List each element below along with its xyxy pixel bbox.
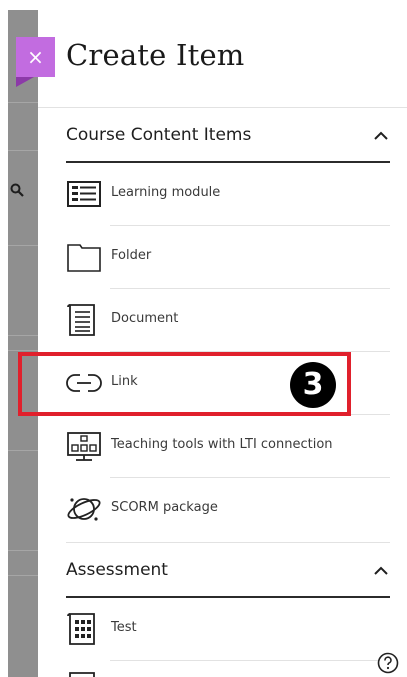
document-icon (67, 304, 95, 336)
background-divider (8, 575, 38, 576)
chevron-up-icon (374, 566, 388, 575)
list-item-learning-module[interactable]: Learning module (66, 163, 390, 226)
background-divider (8, 350, 38, 351)
item-label: Teaching tools with LTI connection (111, 437, 333, 452)
section-header-assessment[interactable]: Assessment (66, 560, 390, 590)
item-label: Folder (111, 248, 152, 263)
list-item-document[interactable]: Document (66, 289, 390, 352)
background-divider (8, 150, 38, 151)
title-divider (38, 107, 407, 108)
lti-tools-icon (67, 432, 101, 461)
chevron-up-icon (374, 131, 388, 140)
scorm-package-icon (67, 498, 101, 521)
section-header-course-content[interactable]: Course Content Items (66, 125, 390, 155)
item-label: Test (111, 620, 137, 635)
test-icon (67, 613, 95, 645)
section-label: Course Content Items (66, 125, 252, 145)
section-label: Assessment (66, 560, 168, 580)
list-item-test[interactable]: Test (66, 598, 390, 661)
create-item-panel: Create Item Course Content Items Learnin… (38, 0, 407, 677)
left-edge (0, 0, 8, 677)
close-icon: × (27, 45, 44, 69)
list-item-lti-tools[interactable]: Teaching tools with LTI connection (66, 415, 390, 478)
help-icon[interactable] (377, 652, 399, 674)
background-divider (8, 450, 38, 451)
item-label: SCORM package (111, 500, 218, 515)
section-divider (66, 542, 390, 543)
background-divider (8, 550, 38, 551)
document-icon (69, 672, 95, 677)
background-divider (8, 245, 38, 246)
list-item-folder[interactable]: Folder (66, 226, 390, 289)
item-label: Document (111, 311, 179, 326)
panel-title: Create Item (66, 38, 245, 72)
step-number-badge: 3 (290, 362, 336, 408)
folder-icon (67, 244, 101, 272)
background-divider (8, 102, 38, 103)
background-page (8, 10, 38, 677)
search-icon[interactable] (10, 183, 26, 199)
list-item-scorm-package[interactable]: SCORM package (66, 478, 390, 541)
item-label: Learning module (111, 185, 221, 200)
close-panel-button[interactable]: × (16, 37, 55, 87)
learning-module-icon (67, 181, 101, 207)
list-item-partial[interactable] (66, 661, 390, 677)
background-divider (8, 335, 38, 336)
